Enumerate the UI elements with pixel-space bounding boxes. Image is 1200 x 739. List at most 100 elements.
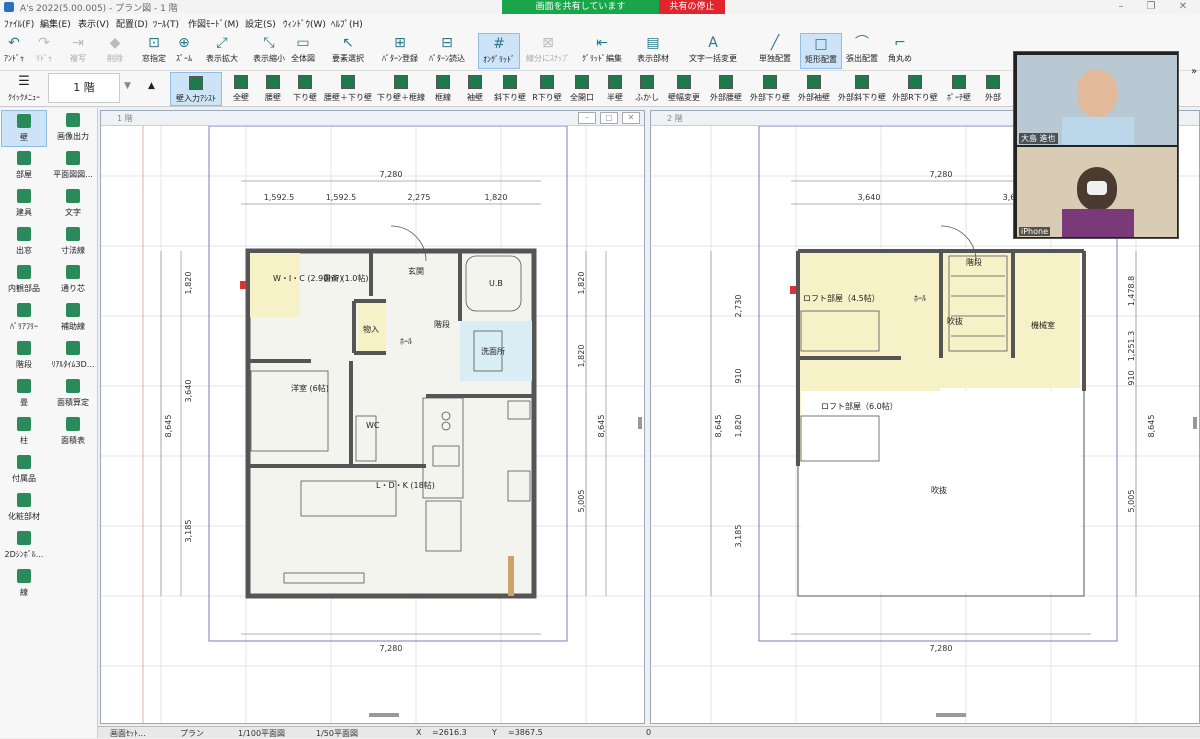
wall-type-icon-11 — [640, 75, 654, 89]
sidebar-item-10-0[interactable]: 化粧部材 — [1, 490, 47, 527]
wall-type-button-5[interactable]: 框線 — [428, 72, 458, 106]
status-tab-50[interactable]: 1/50平面図 — [316, 728, 358, 739]
pane2-vscroll-thumb[interactable] — [1193, 417, 1197, 429]
sidebar-item-1-1[interactable]: 平面図図... — [50, 148, 96, 185]
wall-type-button-9[interactable]: 全開口 — [566, 72, 598, 106]
toolbar-button-1[interactable]: ↷ ﾘﾄﾞｩ — [30, 33, 58, 69]
wall-type-button-15[interactable]: 外部袖壁 — [794, 72, 834, 106]
sidebar-item-4-0[interactable]: 内観部品 — [1, 262, 47, 299]
toolbar-button-18[interactable]: □ 矩形配置 — [800, 33, 842, 69]
wall-assist-button[interactable]: 壁入力ｱｼｽﾄ — [170, 72, 222, 106]
wall-type-button-10[interactable]: 半壁 — [600, 72, 630, 106]
status-screenset[interactable]: 画面ｾｯﾄ... — [110, 728, 146, 739]
status-tab-100[interactable]: 1/100平面図 — [238, 728, 285, 739]
sidebar-item-0-1[interactable]: 画像出力 — [50, 110, 96, 147]
toolbar-button-3[interactable]: ◆ 削除 — [100, 33, 130, 69]
sidebar-item-3-1[interactable]: 寸法線 — [50, 224, 96, 261]
quick-menu-button[interactable]: ☰ ｸｲｯｸﾒﾆｭｰ — [2, 72, 46, 106]
toolbar-button-9[interactable]: ↖ 要素選択 — [325, 33, 371, 69]
wall-type-button-14[interactable]: 外部下り壁 — [748, 72, 792, 106]
wall-type-label-16: 外部斜下り壁 — [838, 93, 886, 102]
sidebar-item-0-0[interactable]: 壁 — [1, 110, 47, 147]
menu-settings[interactable]: 設定(S) — [245, 17, 276, 30]
toolbar-button-2[interactable]: ⇥ 複写 — [64, 33, 92, 69]
toolbar-button-16[interactable]: A 文字一括変更 — [682, 33, 744, 69]
menu-view[interactable]: 表示(V) — [78, 17, 109, 30]
wall-type-button-2[interactable]: 下り壁 — [290, 72, 320, 106]
menu-tool[interactable]: ﾂｰﾙ(T) — [153, 17, 179, 30]
sidebar-item-3-0[interactable]: 出窓 — [1, 224, 47, 261]
toolbar-button-10[interactable]: ⊞ ﾊﾟﾀｰﾝ登録 — [380, 33, 420, 69]
menu-help[interactable]: ﾍﾙﾌﾟ(H) — [331, 17, 363, 30]
toolbar-button-7[interactable]: ⤡ 表示縮小 — [250, 33, 288, 69]
wall-type-button-6[interactable]: 袖壁 — [460, 72, 490, 106]
sidebar-item-4-1[interactable]: 通り芯 — [50, 262, 96, 299]
wall-type-button-4[interactable]: 下り壁＋框線 — [376, 72, 426, 106]
pane1-close-button[interactable]: ✕ — [622, 112, 640, 124]
floor-plan-pane-1[interactable]: 1 階 – ▢ ✕ 7,280 1,592.5 1,592.5 2,275 1,… — [100, 110, 645, 724]
sidebar-item-9-0[interactable]: 付属品 — [1, 452, 47, 489]
floor-up-icon[interactable]: ▲ — [148, 81, 155, 91]
menu-file[interactable]: ﾌｧｲﾙ(F) — [4, 17, 34, 30]
sidebar-item-2-1[interactable]: 文字 — [50, 186, 96, 223]
toolbar-button-6[interactable]: ⤢ 表示拡大 — [200, 33, 244, 69]
pane1-vscroll-thumb[interactable] — [638, 417, 642, 429]
sidebar-item-6-1[interactable]: ﾘｱﾙﾀｲﾑ3D... — [50, 338, 96, 375]
toolbar-button-5[interactable]: ⊕ ｽﾞｰﾑ — [170, 33, 198, 69]
toolbar-button-13[interactable]: ⊠ 線分にｽﾅｯﾌﾟ — [525, 33, 571, 69]
overflow-chevron-icon[interactable]: » — [1191, 66, 1197, 77]
menu-edit[interactable]: 編集(E) — [40, 17, 71, 30]
sidebar-label-10-0: 化粧部材 — [8, 512, 40, 521]
sidebar-item-8-1[interactable]: 面積表 — [50, 414, 96, 451]
toolbar-button-11[interactable]: ⊟ ﾊﾟﾀｰﾝ読込 — [425, 33, 469, 69]
toolbar-label-0: ｱﾝﾄﾞｩ — [4, 54, 24, 63]
sidebar-item-7-1[interactable]: 面積算定 — [50, 376, 96, 413]
wall-type-button-11[interactable]: ふかし — [632, 72, 662, 106]
wall-type-button-7[interactable]: 斜下り壁 — [492, 72, 528, 106]
sidebar-item-6-0[interactable]: 階段 — [1, 338, 47, 375]
sidebar-item-11-0[interactable]: 2Dｼﾝﾎﾞﾙ... — [1, 528, 47, 565]
floor-select[interactable]: 1 階 — [48, 73, 120, 103]
toolbar-button-15[interactable]: ▤ 表示部材 — [630, 33, 676, 69]
sidebar-item-12-0[interactable]: 線 — [1, 566, 47, 603]
sidebar-item-7-0[interactable]: 畳 — [1, 376, 47, 413]
sidebar-item-5-0[interactable]: ﾊﾞﾘｱﾌﾘｰ — [1, 300, 47, 337]
wall-type-button-17[interactable]: 外部R下り壁 — [890, 72, 940, 106]
wall-type-button-19[interactable]: 外部 — [978, 72, 1008, 106]
plan-canvas-1[interactable]: 7,280 1,592.5 1,592.5 2,275 1,820 7,280 … — [101, 126, 644, 723]
toolbar-button-12[interactable]: # ｵﾝｸﾞﾘｯﾄﾞ — [478, 33, 520, 69]
toolbar-button-0[interactable]: ↶ ｱﾝﾄﾞｩ — [0, 33, 28, 69]
toolbar-button-17[interactable]: ╱ 単独配置 — [755, 33, 795, 69]
wall-type-button-8[interactable]: R下り壁 — [530, 72, 564, 106]
toolbar-button-4[interactable]: ⊡ 窓指定 — [140, 33, 168, 69]
wall-type-button-0[interactable]: 全壁 — [226, 72, 256, 106]
sidebar-item-1-0[interactable]: 部屋 — [1, 148, 47, 185]
sidebar-item-5-1[interactable]: 補助線 — [50, 300, 96, 337]
wall-type-button-3[interactable]: 腰壁＋下り壁 — [322, 72, 374, 106]
wall-type-button-1[interactable]: 腰壁 — [258, 72, 288, 106]
pane1-minimize-button[interactable]: – — [578, 112, 596, 124]
sidebar-item-2-0[interactable]: 建具 — [1, 186, 47, 223]
pane2-hscroll-thumb[interactable] — [936, 713, 966, 717]
floor-down-icon[interactable]: ▼ — [124, 81, 131, 91]
menu-draw-mode[interactable]: 作図ﾓｰﾄﾞ(M) — [188, 17, 239, 30]
toolbar-button-20[interactable]: ⌐ 角丸め — [885, 33, 915, 69]
toolbar-button-14[interactable]: ⇤ ｸﾞﾘｯﾄﾞ編集 — [578, 33, 626, 69]
wall-type-button-18[interactable]: ﾎﾟｰﾁ壁 — [942, 72, 976, 106]
maximize-button[interactable]: ❐ — [1134, 0, 1168, 14]
wall-type-button-13[interactable]: 外部腰壁 — [706, 72, 746, 106]
stop-share-button[interactable]: 共有の停止 — [659, 0, 725, 14]
wall-type-button-16[interactable]: 外部斜下り壁 — [836, 72, 888, 106]
sidebar-label-6-1: ﾘｱﾙﾀｲﾑ3D... — [51, 360, 95, 369]
toolbar-button-8[interactable]: ▭ 全体図 — [285, 33, 321, 69]
menu-window[interactable]: ｳｨﾝﾄﾞｳ(W) — [283, 17, 326, 30]
status-tab-plan[interactable]: プラン — [180, 728, 204, 739]
sidebar-item-8-0[interactable]: 柱 — [1, 414, 47, 451]
minimize-button[interactable]: – — [1104, 0, 1138, 14]
pane1-hscroll-thumb[interactable] — [369, 713, 399, 717]
menu-place[interactable]: 配置(D) — [116, 17, 148, 30]
wall-type-button-12[interactable]: 壁幅変更 — [664, 72, 704, 106]
close-window-button[interactable]: ✕ — [1166, 0, 1200, 14]
toolbar-button-19[interactable]: ⌒ 張出配置 — [843, 33, 881, 69]
pane1-maximize-button[interactable]: ▢ — [600, 112, 618, 124]
